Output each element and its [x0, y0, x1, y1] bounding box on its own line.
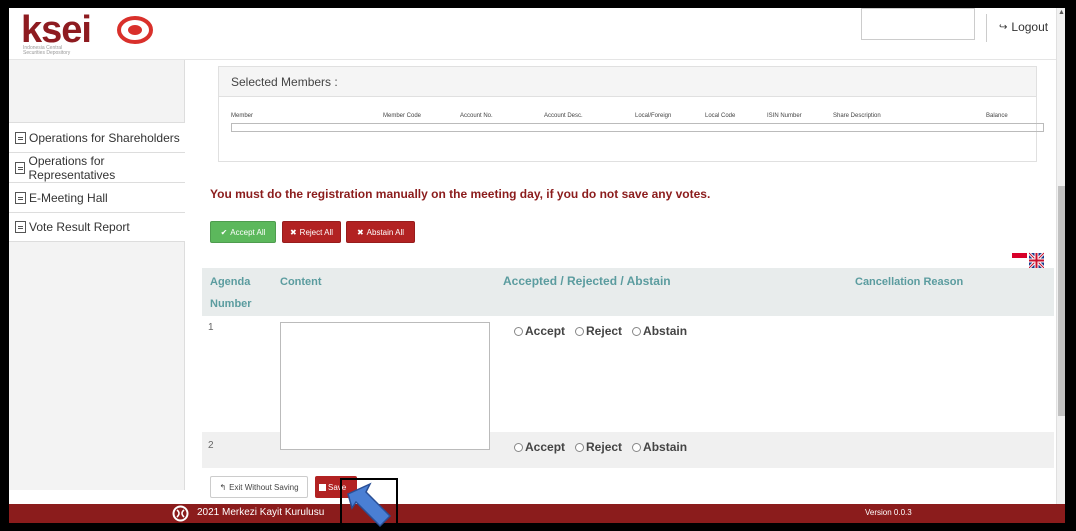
exit-without-saving-button[interactable]: ↰ Exit Without Saving: [210, 476, 308, 498]
radio-label: Accept: [525, 324, 566, 338]
header-agenda: Agenda: [210, 276, 251, 288]
logo-subtitle: Indonesia Central Securities Depository: [23, 45, 71, 56]
agenda-table-header: Agenda Number Content Accepted / Rejecte…: [202, 268, 1054, 316]
column-header-local-code: Local Code: [705, 113, 736, 119]
sidebar-item-operations-representatives[interactable]: Operations for Representatives: [9, 152, 185, 182]
radio-label: Reject: [586, 440, 623, 454]
page-scrollbar[interactable]: ▲ ▼: [1056, 8, 1065, 523]
radio-abstain[interactable]: Abstain: [632, 324, 687, 338]
radio-accept[interactable]: Accept: [514, 324, 565, 338]
column-header-share-description: Share Description: [833, 113, 881, 119]
radio-label: Accept: [525, 440, 566, 454]
radio-circle[interactable]: [632, 442, 642, 452]
reject-all-button[interactable]: ✖ Reject All: [282, 221, 341, 243]
footer-logo-icon: [172, 505, 189, 522]
sidebar-item-label: Operations for Shareholders: [29, 130, 180, 145]
header-vote: Accepted / Rejected / Abstain: [503, 274, 671, 288]
radio-abstain[interactable]: Abstain: [632, 440, 687, 454]
scroll-up-arrow-icon[interactable]: ▲: [1057, 8, 1065, 17]
column-header-account-no: Account No.: [460, 113, 493, 119]
agenda-number: 1: [208, 322, 214, 333]
radio-circle[interactable]: [632, 326, 642, 336]
x-icon: ✖: [356, 227, 364, 237]
column-header-local-foreign: Local/Foreign: [635, 113, 672, 119]
column-header-account-desc: Account Desc.: [544, 113, 583, 119]
header-cancellation-reason: Cancellation Reason: [855, 276, 964, 288]
radio-circle[interactable]: [575, 326, 585, 336]
main-content: Selected Members : Member Member Code Ac…: [186, 60, 1056, 498]
header-separator: [986, 14, 987, 42]
document-icon: [15, 221, 26, 233]
flag-id-icon[interactable]: [1012, 251, 1027, 269]
reply-arrow-icon: ↰: [219, 482, 227, 492]
document-icon: [15, 191, 26, 204]
sidebar-item-operations-shareholders[interactable]: Operations for Shareholders: [9, 122, 185, 152]
radio-label: Reject: [586, 324, 623, 338]
document-icon: [15, 131, 26, 144]
radio-reject[interactable]: Reject: [575, 440, 622, 454]
logout-icon: ↪: [999, 21, 1008, 33]
column-header-isin-number: ISIN Number: [767, 113, 802, 119]
logout-label: Logout: [1011, 20, 1049, 34]
cursor-arrow-icon: [347, 482, 392, 528]
accept-all-button[interactable]: ✔ Accept All: [210, 221, 276, 243]
radio-label: Abstain: [643, 324, 688, 338]
column-header-member: Member: [231, 113, 254, 119]
column-header-member-code: Member Code: [383, 113, 422, 119]
header-content: Content: [280, 276, 322, 288]
radio-circle[interactable]: [575, 442, 585, 452]
radio-reject[interactable]: Reject: [575, 324, 622, 338]
radio-circle[interactable]: [514, 326, 523, 336]
sidebar-item-label: E-Meeting Hall: [29, 190, 108, 205]
header-number: Number: [210, 298, 252, 310]
vote-radio-group: Accept Reject Abstain: [514, 440, 687, 454]
radio-circle[interactable]: [514, 442, 523, 452]
agenda-content-textarea[interactable]: [280, 322, 490, 450]
check-icon: ✔: [220, 227, 228, 237]
logout-button[interactable]: ↪ Logout: [999, 20, 1048, 34]
sidebar-item-label: Vote Result Report: [29, 220, 130, 234]
sidebar-item-e-meeting-hall[interactable]: E-Meeting Hall: [9, 182, 185, 212]
ksei-logo[interactable]: ksei Indonesia Central Securities Deposi…: [21, 11, 171, 56]
header: ksei Indonesia Central Securities Deposi…: [9, 8, 1065, 60]
logo-swirl-icon: [117, 16, 153, 44]
abstain-all-button[interactable]: ✖ Abstain All: [346, 221, 415, 243]
document-icon: [15, 161, 26, 174]
column-header-balance: Balance: [986, 113, 1008, 119]
footer: 2021 Merkezi Kayit Kurulusu Version 0.0.…: [9, 504, 1065, 523]
members-table-empty-row: [231, 123, 1044, 132]
floppy-disk-icon: [319, 483, 326, 491]
registration-warning: You must do the registration manually on…: [210, 187, 711, 201]
exit-label: Exit Without Saving: [229, 482, 299, 492]
radio-label: Abstain: [643, 440, 688, 454]
scroll-thumb[interactable]: [1058, 186, 1065, 416]
accept-all-label: Accept All: [230, 227, 266, 237]
header-user-box: [861, 8, 975, 40]
selected-members-panel: Selected Members : Member Member Code Ac…: [218, 66, 1044, 162]
footer-copyright: 2021 Merkezi Kayit Kurulusu: [197, 507, 325, 518]
abstain-all-label: Abstain All: [366, 227, 405, 237]
vote-radio-group: Accept Reject Abstain: [514, 324, 687, 338]
radio-accept[interactable]: Accept: [514, 440, 565, 454]
cursor-highlight-box: [340, 478, 398, 528]
sidebar: Operations for Shareholders Operations f…: [9, 60, 185, 490]
app-frame: ksei Indonesia Central Securities Deposi…: [9, 8, 1065, 523]
reject-all-label: Reject All: [299, 227, 334, 237]
selected-members-title: Selected Members :: [219, 67, 1036, 97]
sidebar-item-label: Operations for Representatives: [28, 153, 116, 182]
footer-version: Version 0.0.3: [865, 508, 912, 517]
x-icon: ✖: [289, 227, 297, 237]
flag-uk-icon[interactable]: [1029, 251, 1044, 269]
agenda-number: 2: [208, 440, 214, 451]
sidebar-item-vote-result-report[interactable]: Vote Result Report: [9, 212, 185, 242]
